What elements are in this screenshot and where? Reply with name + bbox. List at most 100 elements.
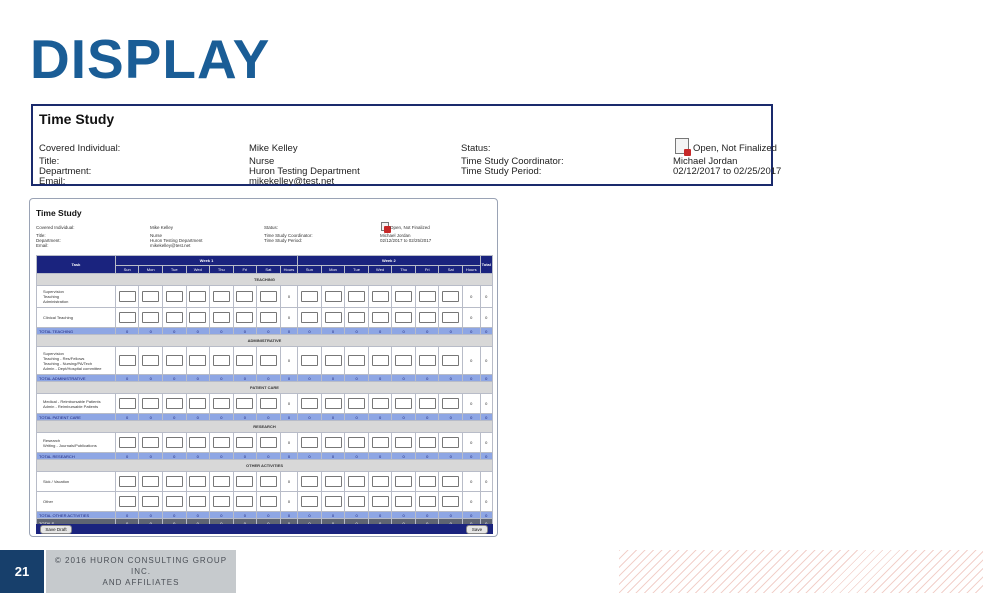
hours-input[interactable]: [165, 312, 183, 323]
hours-input[interactable]: [236, 437, 254, 448]
hours-input[interactable]: [371, 476, 389, 487]
hours-input[interactable]: [118, 496, 136, 507]
hours-input[interactable]: [165, 291, 183, 302]
hours-input[interactable]: [348, 312, 366, 323]
hours-input[interactable]: [165, 437, 183, 448]
hours-input[interactable]: [418, 398, 436, 409]
hours-input[interactable]: [371, 398, 389, 409]
hours-input[interactable]: [165, 355, 183, 366]
hours-input[interactable]: [348, 355, 366, 366]
hours-input[interactable]: [212, 496, 230, 507]
hours-input[interactable]: [259, 496, 277, 507]
hours-input[interactable]: [324, 398, 342, 409]
hours-input[interactable]: [300, 312, 318, 323]
hours-input[interactable]: [189, 476, 207, 487]
hours-input[interactable]: [395, 398, 413, 409]
hours-input[interactable]: [371, 312, 389, 323]
hours-input[interactable]: [442, 496, 460, 507]
hours-input[interactable]: [165, 496, 183, 507]
hours-input[interactable]: [371, 496, 389, 507]
hours-input[interactable]: [395, 437, 413, 448]
hours-input[interactable]: [118, 355, 136, 366]
hours-input[interactable]: [118, 291, 136, 302]
hours-input[interactable]: [118, 437, 136, 448]
hours-input[interactable]: [142, 312, 160, 323]
hours-input[interactable]: [418, 476, 436, 487]
hours-input[interactable]: [348, 476, 366, 487]
hours-input[interactable]: [212, 291, 230, 302]
hours-input[interactable]: [236, 312, 254, 323]
save-draft-button[interactable]: Save Draft: [40, 525, 72, 534]
hours-input[interactable]: [324, 291, 342, 302]
hours-input[interactable]: [395, 355, 413, 366]
hours-input[interactable]: [371, 291, 389, 302]
hours-input[interactable]: [348, 496, 366, 507]
hours-input[interactable]: [142, 476, 160, 487]
hours-input[interactable]: [418, 355, 436, 366]
hours-input[interactable]: [189, 312, 207, 323]
hours-input[interactable]: [142, 291, 160, 302]
hours-input[interactable]: [300, 291, 318, 302]
hours-input[interactable]: [236, 398, 254, 409]
hours-input[interactable]: [324, 476, 342, 487]
hours-input[interactable]: [418, 437, 436, 448]
hours-input[interactable]: [236, 355, 254, 366]
hours-input[interactable]: [189, 496, 207, 507]
save-button[interactable]: Save: [466, 525, 488, 534]
hours-input[interactable]: [118, 312, 136, 323]
hours-input[interactable]: [348, 398, 366, 409]
hours-input[interactable]: [259, 476, 277, 487]
hours-input[interactable]: [324, 312, 342, 323]
hours-input[interactable]: [300, 437, 318, 448]
hours-input[interactable]: [324, 355, 342, 366]
hours-input[interactable]: [418, 496, 436, 507]
hours-input[interactable]: [348, 437, 366, 448]
hours-input[interactable]: [142, 496, 160, 507]
hours-input[interactable]: [442, 291, 460, 302]
hours-input[interactable]: [118, 476, 136, 487]
hours-input[interactable]: [348, 291, 366, 302]
hours-input[interactable]: [165, 398, 183, 409]
hours-input[interactable]: [212, 398, 230, 409]
hours-input[interactable]: [442, 476, 460, 487]
hours-input[interactable]: [165, 476, 183, 487]
hours-input[interactable]: [395, 476, 413, 487]
hours-input[interactable]: [236, 496, 254, 507]
hours-input[interactable]: [212, 355, 230, 366]
hours-input[interactable]: [300, 355, 318, 366]
hours-input[interactable]: [371, 437, 389, 448]
hours-input[interactable]: [142, 355, 160, 366]
hours-input[interactable]: [300, 398, 318, 409]
hours-input[interactable]: [142, 437, 160, 448]
email-value[interactable]: mikekelley@test.net: [249, 176, 334, 187]
hours-input[interactable]: [189, 355, 207, 366]
hours-input[interactable]: [371, 355, 389, 366]
hours-input[interactable]: [442, 437, 460, 448]
hours-input[interactable]: [324, 496, 342, 507]
hours-input[interactable]: [418, 291, 436, 302]
hours-input[interactable]: [236, 476, 254, 487]
hours-input[interactable]: [118, 398, 136, 409]
hours-input[interactable]: [395, 496, 413, 507]
hours-input[interactable]: [212, 437, 230, 448]
hours-input[interactable]: [259, 437, 277, 448]
hours-input[interactable]: [189, 291, 207, 302]
hours-input[interactable]: [442, 398, 460, 409]
hours-input[interactable]: [442, 355, 460, 366]
hours-input[interactable]: [212, 312, 230, 323]
hours-input[interactable]: [418, 312, 436, 323]
hours-input[interactable]: [189, 398, 207, 409]
hours-input[interactable]: [300, 476, 318, 487]
hours-input[interactable]: [212, 476, 230, 487]
hours-input[interactable]: [300, 496, 318, 507]
hours-input[interactable]: [236, 291, 254, 302]
hours-input[interactable]: [395, 312, 413, 323]
hours-input[interactable]: [324, 437, 342, 448]
hours-input[interactable]: [189, 437, 207, 448]
hours-input[interactable]: [259, 355, 277, 366]
hours-input[interactable]: [259, 398, 277, 409]
hours-input[interactable]: [442, 312, 460, 323]
hours-input[interactable]: [142, 398, 160, 409]
hours-input[interactable]: [259, 312, 277, 323]
hours-input[interactable]: [259, 291, 277, 302]
